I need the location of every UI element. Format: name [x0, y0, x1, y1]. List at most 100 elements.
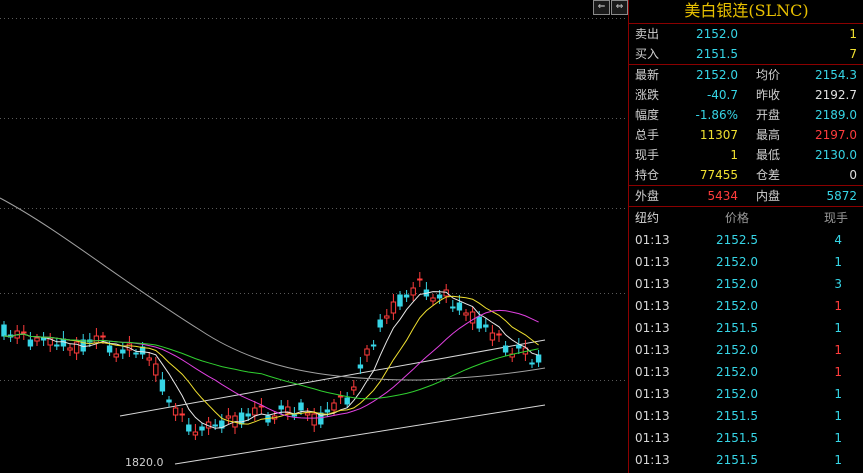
tick-row: 01:13 2151.5 1 — [629, 449, 863, 471]
candle-body — [120, 349, 126, 354]
candle-body — [456, 302, 463, 311]
low-price-label: 1820.0 — [125, 456, 164, 469]
stat-row: 持仓 77455 仓差 0 — [629, 165, 863, 185]
candle-body — [397, 294, 403, 307]
trend-line-lower — [174, 404, 546, 465]
stat-value: 2152.0 — [696, 68, 738, 82]
candle-body — [146, 357, 152, 361]
candle-body — [212, 424, 218, 427]
candle-body — [502, 345, 509, 353]
chart-canvas — [0, 18, 628, 465]
tick-volume: 1 — [834, 431, 842, 445]
tick-time: 01:13 — [635, 255, 670, 269]
candle-body — [410, 287, 416, 296]
candle-body — [529, 362, 535, 365]
candle-body — [166, 399, 172, 403]
tick-time: 01:13 — [635, 299, 670, 313]
tick-row: 01:13 2152.0 1 — [629, 383, 863, 405]
candle-body — [100, 335, 106, 338]
candle-body — [483, 324, 489, 328]
tick-volume: 1 — [834, 255, 842, 269]
tick-price: 2152.0 — [716, 387, 758, 401]
candle-body — [417, 278, 423, 281]
restore-swap-button[interactable]: ⇔ — [611, 0, 628, 15]
candle-body — [80, 339, 86, 352]
stat-label: 最高 — [756, 128, 781, 142]
tick-volume: 1 — [834, 343, 842, 357]
stat-label: 总手 — [635, 128, 660, 142]
candle-body — [67, 347, 73, 351]
stat-label: 持仓 — [635, 168, 660, 182]
stat-row: 涨跌 -40.7 昨收 2192.7 — [629, 85, 863, 105]
ask-label: 卖出 — [635, 27, 660, 41]
candle-body — [153, 363, 159, 376]
candle-body — [370, 344, 377, 347]
candle-body — [331, 402, 337, 411]
candle-body — [298, 402, 304, 411]
candlestick-chart[interactable]: ⇐ ⇔ 1820.0 — [0, 0, 628, 473]
stat-label: 涨跌 — [635, 88, 660, 102]
candle-body — [252, 407, 258, 416]
candle-body — [172, 407, 179, 416]
candle-body — [357, 364, 364, 369]
inner-label: 内盘 — [756, 189, 781, 203]
candle-body — [245, 413, 251, 417]
candle-body — [34, 337, 40, 342]
stat-value: -1.86% — [695, 108, 738, 122]
candle-body — [476, 316, 482, 329]
tick-volume: 1 — [834, 321, 842, 335]
header-vol: 现手 — [823, 211, 848, 225]
candle-body — [304, 412, 311, 416]
tick-time: 01:13 — [635, 365, 670, 379]
candle-body — [337, 395, 344, 398]
restore-left-button[interactable]: ⇐ — [593, 0, 610, 15]
candle-body — [113, 353, 119, 358]
tick-price: 2151.5 — [716, 321, 758, 335]
tick-time: 01:13 — [635, 431, 670, 445]
candle-body — [311, 413, 317, 426]
tick-volume: 1 — [834, 453, 842, 467]
tick-time: 01:13 — [635, 233, 670, 247]
tick-row: 01:13 2152.0 1 — [629, 251, 863, 273]
candle-body — [390, 301, 397, 314]
stat-label: 均价 — [756, 68, 781, 82]
stat-row: 现手 1 最低 2130.0 — [629, 145, 863, 165]
tick-time: 01:13 — [635, 453, 670, 467]
instrument-title: 美白银连(SLNC) — [629, 0, 863, 24]
stat-value: 11307 — [699, 128, 738, 142]
candle-body — [192, 431, 199, 436]
stat-label: 最新 — [635, 68, 660, 82]
tick-price: 2152.0 — [716, 277, 758, 291]
window-buttons: ⇐ ⇔ — [593, 0, 628, 15]
outer-inner-row: 外盘 5434 内盘 5872 — [629, 185, 863, 207]
candle-body — [489, 332, 496, 341]
inner-value: 5872 — [826, 189, 857, 203]
stat-value: 2192.7 — [815, 88, 857, 102]
tick-row: 01:13 2152.0 1 — [629, 295, 863, 317]
tick-volume: 1 — [834, 299, 842, 313]
stat-row: 幅度 -1.86% 开盘 2189.0 — [629, 105, 863, 125]
stat-row: 总手 11307 最高 2197.0 — [629, 125, 863, 145]
tick-row: 01:13 2152.0 1 — [629, 339, 863, 361]
tick-price: 2152.0 — [716, 299, 758, 313]
candle-body — [106, 345, 113, 353]
candle-body — [21, 331, 27, 334]
ticks-list: 01:13 2152.5 4 01:13 2152.0 1 01:13 2152.0 3 01:1… — [629, 229, 863, 471]
candle-body — [430, 297, 436, 302]
candle-body — [364, 348, 370, 356]
stat-label: 现手 — [635, 148, 660, 162]
bid-label: 买入 — [635, 47, 660, 61]
candle-body — [377, 319, 383, 328]
tick-price: 2152.0 — [716, 365, 758, 379]
candle-body — [516, 344, 522, 349]
candle-body — [179, 413, 185, 416]
stats-block: 最新 2152.0 均价 2154.3 涨跌 -40.7 昨收 2192.7 幅度 -1.86% 开… — [629, 65, 863, 185]
ma20-line — [3, 309, 539, 419]
stat-label: 最低 — [756, 148, 781, 162]
ticks-header: 纽约 价格 现手 — [629, 207, 863, 229]
ask-row: 卖出 2152.0 1 — [629, 24, 863, 44]
header-time: 纽约 — [635, 211, 660, 225]
candle-body — [1, 324, 7, 337]
stat-value: 2154.3 — [815, 68, 857, 82]
tick-row: 01:13 2152.0 3 — [629, 273, 863, 295]
